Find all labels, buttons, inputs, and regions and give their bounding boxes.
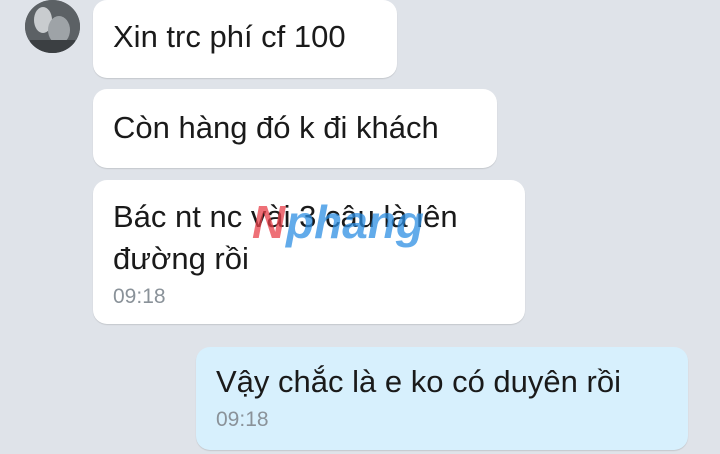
message-time: 09:18 xyxy=(113,285,166,308)
message-bubble-incoming[interactable]: Xin trc phí cf 100 xyxy=(93,0,397,78)
message-text: Xin trc phí cf 100 xyxy=(113,19,346,54)
contact-avatar[interactable] xyxy=(25,0,80,53)
message-text: Vậy chắc là e ko có duyên rồi xyxy=(216,364,621,399)
message-bubble-outgoing[interactable]: Vậy chắc là e ko có duyên rồi 09:18 xyxy=(196,347,688,450)
message-text: Bác nt nc vài 3 câu là lên đường rồi xyxy=(113,199,458,276)
message-bubble-incoming[interactable]: Còn hàng đó k đi khách xyxy=(93,89,497,168)
message-time: 09:18 xyxy=(216,408,269,431)
message-bubble-incoming[interactable]: Bác nt nc vài 3 câu là lên đường rồi 09:… xyxy=(93,180,525,324)
message-text: Còn hàng đó k đi khách xyxy=(113,110,439,145)
avatar-image xyxy=(25,0,80,53)
